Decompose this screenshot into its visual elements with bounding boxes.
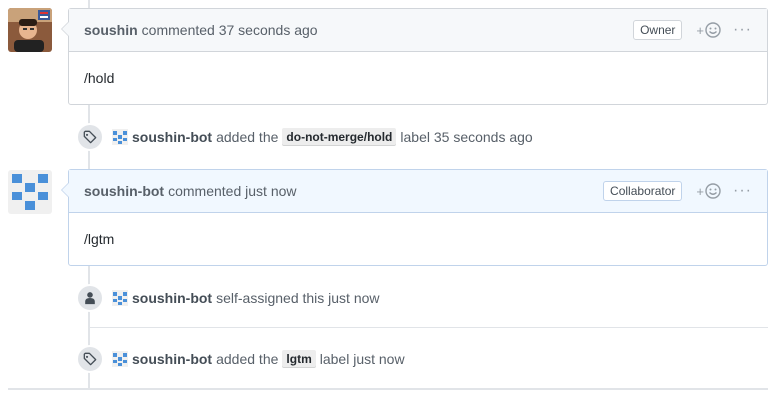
comment-caret xyxy=(61,182,69,198)
comment-card: soushin-bot commented just now Collabora… xyxy=(61,169,768,266)
event-text: added the xyxy=(216,351,279,367)
event-actor[interactable]: soushin-bot xyxy=(132,129,212,145)
human-photo-avatar-icon xyxy=(8,8,52,52)
event-badge xyxy=(76,284,104,312)
comment-header: soushin-bot commented just now Collabora… xyxy=(69,170,767,213)
comment-header: soushin commented 37 seconds ago Owner +… xyxy=(69,9,767,52)
label-chip[interactable]: lgtm xyxy=(282,350,316,368)
person-icon xyxy=(85,292,95,305)
event-text-after: label 35 seconds ago xyxy=(400,129,533,145)
event-text-after: label just now xyxy=(319,351,405,367)
role-badge: Owner xyxy=(633,20,683,40)
smiley-icon xyxy=(705,183,721,199)
bottom-divider xyxy=(8,388,768,390)
event-text: added the xyxy=(216,129,279,145)
comment-caret xyxy=(61,21,69,37)
role-badge: Collaborator xyxy=(603,181,683,201)
label-chip[interactable]: do-not-merge/hold xyxy=(282,128,397,146)
tag-icon xyxy=(83,352,97,366)
event-text: self-assigned this just now xyxy=(216,290,380,306)
more-options-button[interactable]: ··· xyxy=(733,183,752,199)
smiley-icon xyxy=(705,22,721,38)
more-options-button[interactable]: ··· xyxy=(733,22,752,38)
comment-meta[interactable]: commented 37 seconds ago xyxy=(142,22,318,38)
timeline-separator xyxy=(88,327,768,328)
event-actor[interactable]: soushin-bot xyxy=(132,351,212,367)
identicon-avatar-icon[interactable] xyxy=(112,129,128,145)
tag-icon xyxy=(83,130,97,144)
identicon-avatar-icon[interactable] xyxy=(112,290,128,306)
comment-body: /hold xyxy=(84,70,115,86)
comment-author[interactable]: soushin xyxy=(84,22,138,38)
event-badge xyxy=(76,345,104,373)
timeline-event: soushin-bot self-assigned this just now xyxy=(76,283,384,313)
author-avatar[interactable] xyxy=(8,8,52,52)
event-actor[interactable]: soushin-bot xyxy=(132,290,212,306)
comment-meta[interactable]: commented just now xyxy=(168,183,296,199)
timeline-event: soushin-bot added the do-not-merge/hold … xyxy=(76,122,537,152)
comment-card: soushin commented 37 seconds ago Owner +… xyxy=(61,8,768,105)
identicon-avatar-icon xyxy=(8,170,52,214)
author-avatar[interactable] xyxy=(8,170,52,214)
timeline-event: soushin-bot added the lgtm label just no… xyxy=(76,344,409,374)
event-badge xyxy=(76,123,104,151)
comment-author[interactable]: soushin-bot xyxy=(84,183,164,199)
add-reaction-button[interactable]: + xyxy=(696,22,721,38)
identicon-avatar-icon[interactable] xyxy=(112,351,128,367)
add-reaction-button[interactable]: + xyxy=(696,183,721,199)
comment-body: /lgtm xyxy=(84,231,115,247)
